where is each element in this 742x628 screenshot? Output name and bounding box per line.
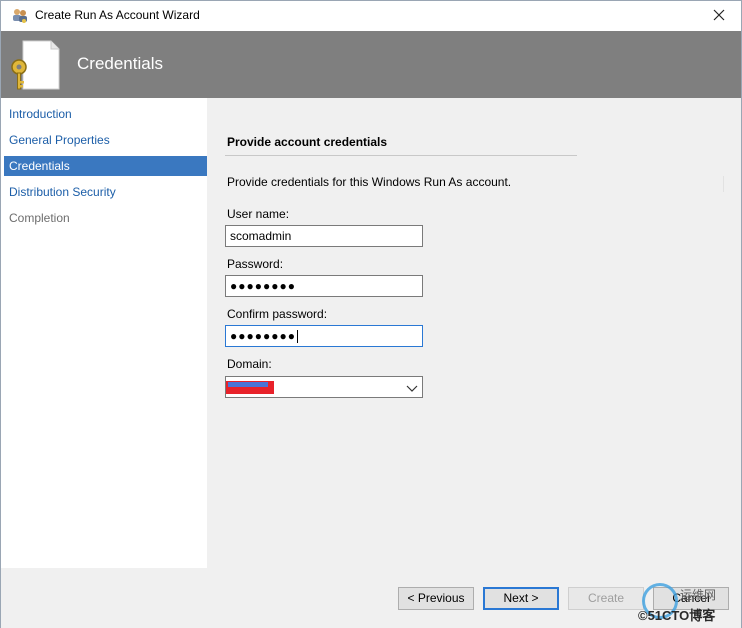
- nav-item-distribution-security[interactable]: Distribution Security: [4, 182, 207, 202]
- people-key-icon: [11, 7, 29, 25]
- confirm-password-input[interactable]: ●●●●●●●●: [225, 325, 423, 347]
- username-input[interactable]: scomadmin: [225, 225, 423, 247]
- close-button[interactable]: [697, 1, 741, 31]
- confirm-password-label: Confirm password:: [227, 307, 328, 321]
- create-button: Create: [568, 587, 644, 610]
- nav-item-credentials[interactable]: Credentials: [4, 156, 207, 176]
- password-value: ●●●●●●●●: [230, 279, 296, 293]
- wizard-steps-nav: Introduction General Properties Credenti…: [4, 98, 207, 568]
- confirm-password-value: ●●●●●●●●: [230, 329, 296, 343]
- domain-label: Domain:: [227, 357, 272, 371]
- divider-mark: [723, 176, 724, 192]
- password-input[interactable]: ●●●●●●●●: [225, 275, 423, 297]
- domain-redaction-blue: [228, 382, 268, 387]
- text-caret: [296, 330, 298, 344]
- domain-select[interactable]: [225, 376, 423, 398]
- nav-item-completion: Completion: [9, 211, 70, 225]
- next-button[interactable]: Next >: [483, 587, 559, 610]
- footer-bar: < Previous Next > Create Cancel: [1, 568, 741, 628]
- password-label: Password:: [227, 257, 284, 271]
- title-bar: Create Run As Account Wizard: [1, 1, 741, 31]
- window-title: Create Run As Account Wizard: [35, 8, 200, 22]
- close-icon: [713, 9, 725, 24]
- chevron-down-icon: [406, 382, 418, 392]
- username-label: User name:: [227, 207, 290, 221]
- watermark-line2: ©51CTO博客: [638, 608, 716, 623]
- section-divider: [225, 155, 577, 156]
- document-key-icon: [9, 37, 65, 95]
- section-title: Provide account credentials: [227, 135, 388, 149]
- page-title: Credentials: [77, 54, 163, 73]
- section-description: Provide credentials for this Windows Run…: [227, 175, 512, 189]
- nav-item-introduction[interactable]: Introduction: [4, 104, 207, 124]
- main-content: Provide account credentials Provide cred…: [207, 98, 741, 568]
- header-banner: Credentials: [1, 31, 741, 98]
- watermark-line1: 运维网: [680, 588, 717, 602]
- domain-redaction: [226, 381, 274, 394]
- previous-button[interactable]: < Previous: [398, 587, 474, 610]
- nav-item-general-properties[interactable]: General Properties: [4, 130, 207, 150]
- wizard-window: Create Run As Account Wizard Credentials: [0, 0, 742, 628]
